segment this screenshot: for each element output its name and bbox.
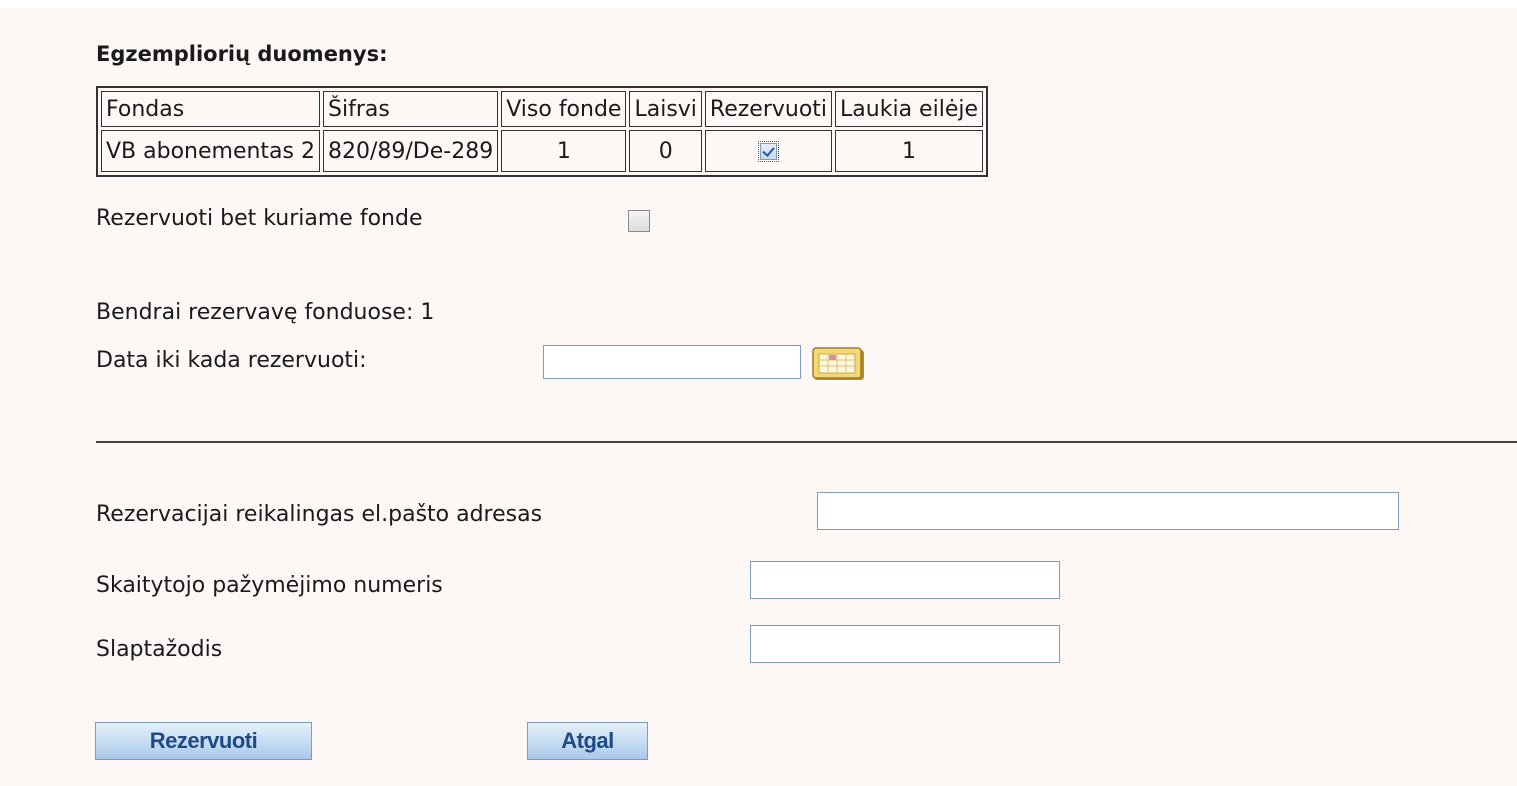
cell-rezervuoti bbox=[704, 130, 833, 172]
column-header-fondas: Fondas bbox=[101, 91, 320, 127]
email-field[interactable] bbox=[817, 492, 1399, 530]
back-button[interactable]: Atgal bbox=[527, 722, 648, 760]
column-header-laisvi: Laisvi bbox=[629, 91, 702, 127]
reservation-panel: Egzempliorių duomenys: Fondas Šifras Vis… bbox=[0, 8, 1517, 786]
holdings-table: Fondas Šifras Viso fonde Laisvi Rezervuo… bbox=[96, 86, 988, 177]
column-header-sifras: Šifras bbox=[323, 91, 499, 127]
column-header-laukia-eileje: Laukia eilėje bbox=[835, 91, 983, 127]
password-field[interactable] bbox=[750, 625, 1060, 663]
date-until-label: Data iki kada rezervuoti: bbox=[96, 348, 367, 373]
section-title: Egzempliorių duomenys: bbox=[96, 42, 388, 66]
column-header-viso-fonde: Viso fonde bbox=[501, 91, 627, 127]
cell-fondas: VB abonementas 2 bbox=[101, 130, 320, 172]
reserve-button[interactable]: Rezervuoti bbox=[95, 722, 312, 760]
reserve-row-checkbox[interactable] bbox=[757, 141, 779, 162]
email-label: Rezervacijai reikalingas el.pašto adresa… bbox=[96, 502, 543, 527]
calendar-icon[interactable] bbox=[810, 346, 866, 382]
password-label: Slaptažodis bbox=[96, 637, 223, 662]
reserve-any-fund-checkbox[interactable] bbox=[628, 210, 650, 232]
table-row: VB abonementas 2 820/89/De-289 1 0 1 bbox=[101, 130, 983, 172]
cell-viso-fonde: 1 bbox=[501, 130, 627, 172]
reader-card-label: Skaitytojo pažymėjimo numeris bbox=[96, 573, 443, 598]
reader-card-field[interactable] bbox=[750, 561, 1060, 599]
date-until-input[interactable] bbox=[543, 345, 801, 379]
column-header-rezervuoti: Rezervuoti bbox=[704, 91, 833, 127]
cell-laukia-eileje: 1 bbox=[835, 130, 983, 172]
section-divider bbox=[96, 441, 1517, 443]
table-header-row: Fondas Šifras Viso fonde Laisvi Rezervuo… bbox=[101, 91, 983, 127]
reserve-any-fund-label: Rezervuoti bet kuriame fonde bbox=[96, 206, 423, 231]
total-reserved-text: Bendrai rezervavę fonduose: 1 bbox=[96, 300, 435, 325]
cell-sifras: 820/89/De-289 bbox=[323, 130, 499, 172]
cell-laisvi: 0 bbox=[629, 130, 702, 172]
